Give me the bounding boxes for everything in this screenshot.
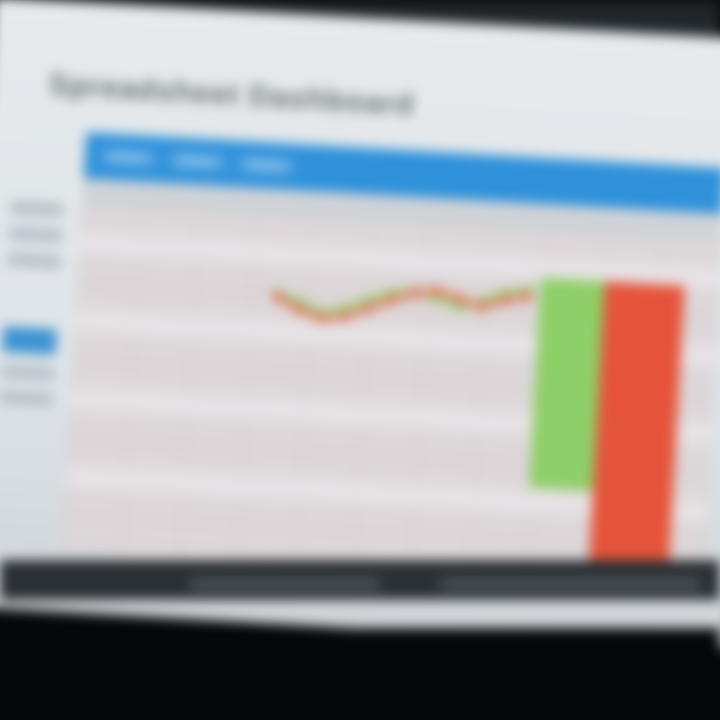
- sidebar-item-active[interactable]: [1, 326, 58, 356]
- spreadsheet-panel: Sheet1 Sheet2 Sheet3: [62, 132, 720, 596]
- monitor-screen: Spreadsheet Dashboard Sheet1 Sheet2 Shee…: [0, 0, 720, 650]
- monitor-bezel: [0, 628, 720, 720]
- chart-series-line-2: [276, 288, 529, 322]
- taskbar-item[interactable]: [190, 578, 380, 590]
- sidebar-item[interactable]: [0, 389, 54, 407]
- page-title: Spreadsheet Dashboard: [47, 68, 416, 122]
- sidebar-item[interactable]: [9, 200, 65, 218]
- sidebar-item[interactable]: [6, 252, 62, 270]
- embedded-line-chart: [272, 285, 534, 324]
- taskbar-item[interactable]: [440, 578, 700, 590]
- chart-plot-area: [272, 285, 534, 324]
- left-sidebar: [0, 188, 73, 521]
- sidebar-item[interactable]: [8, 226, 63, 244]
- blurred-photo-scene: Spreadsheet Dashboard Sheet1 Sheet2 Shee…: [0, 0, 720, 720]
- sidebar-item[interactable]: [0, 363, 56, 381]
